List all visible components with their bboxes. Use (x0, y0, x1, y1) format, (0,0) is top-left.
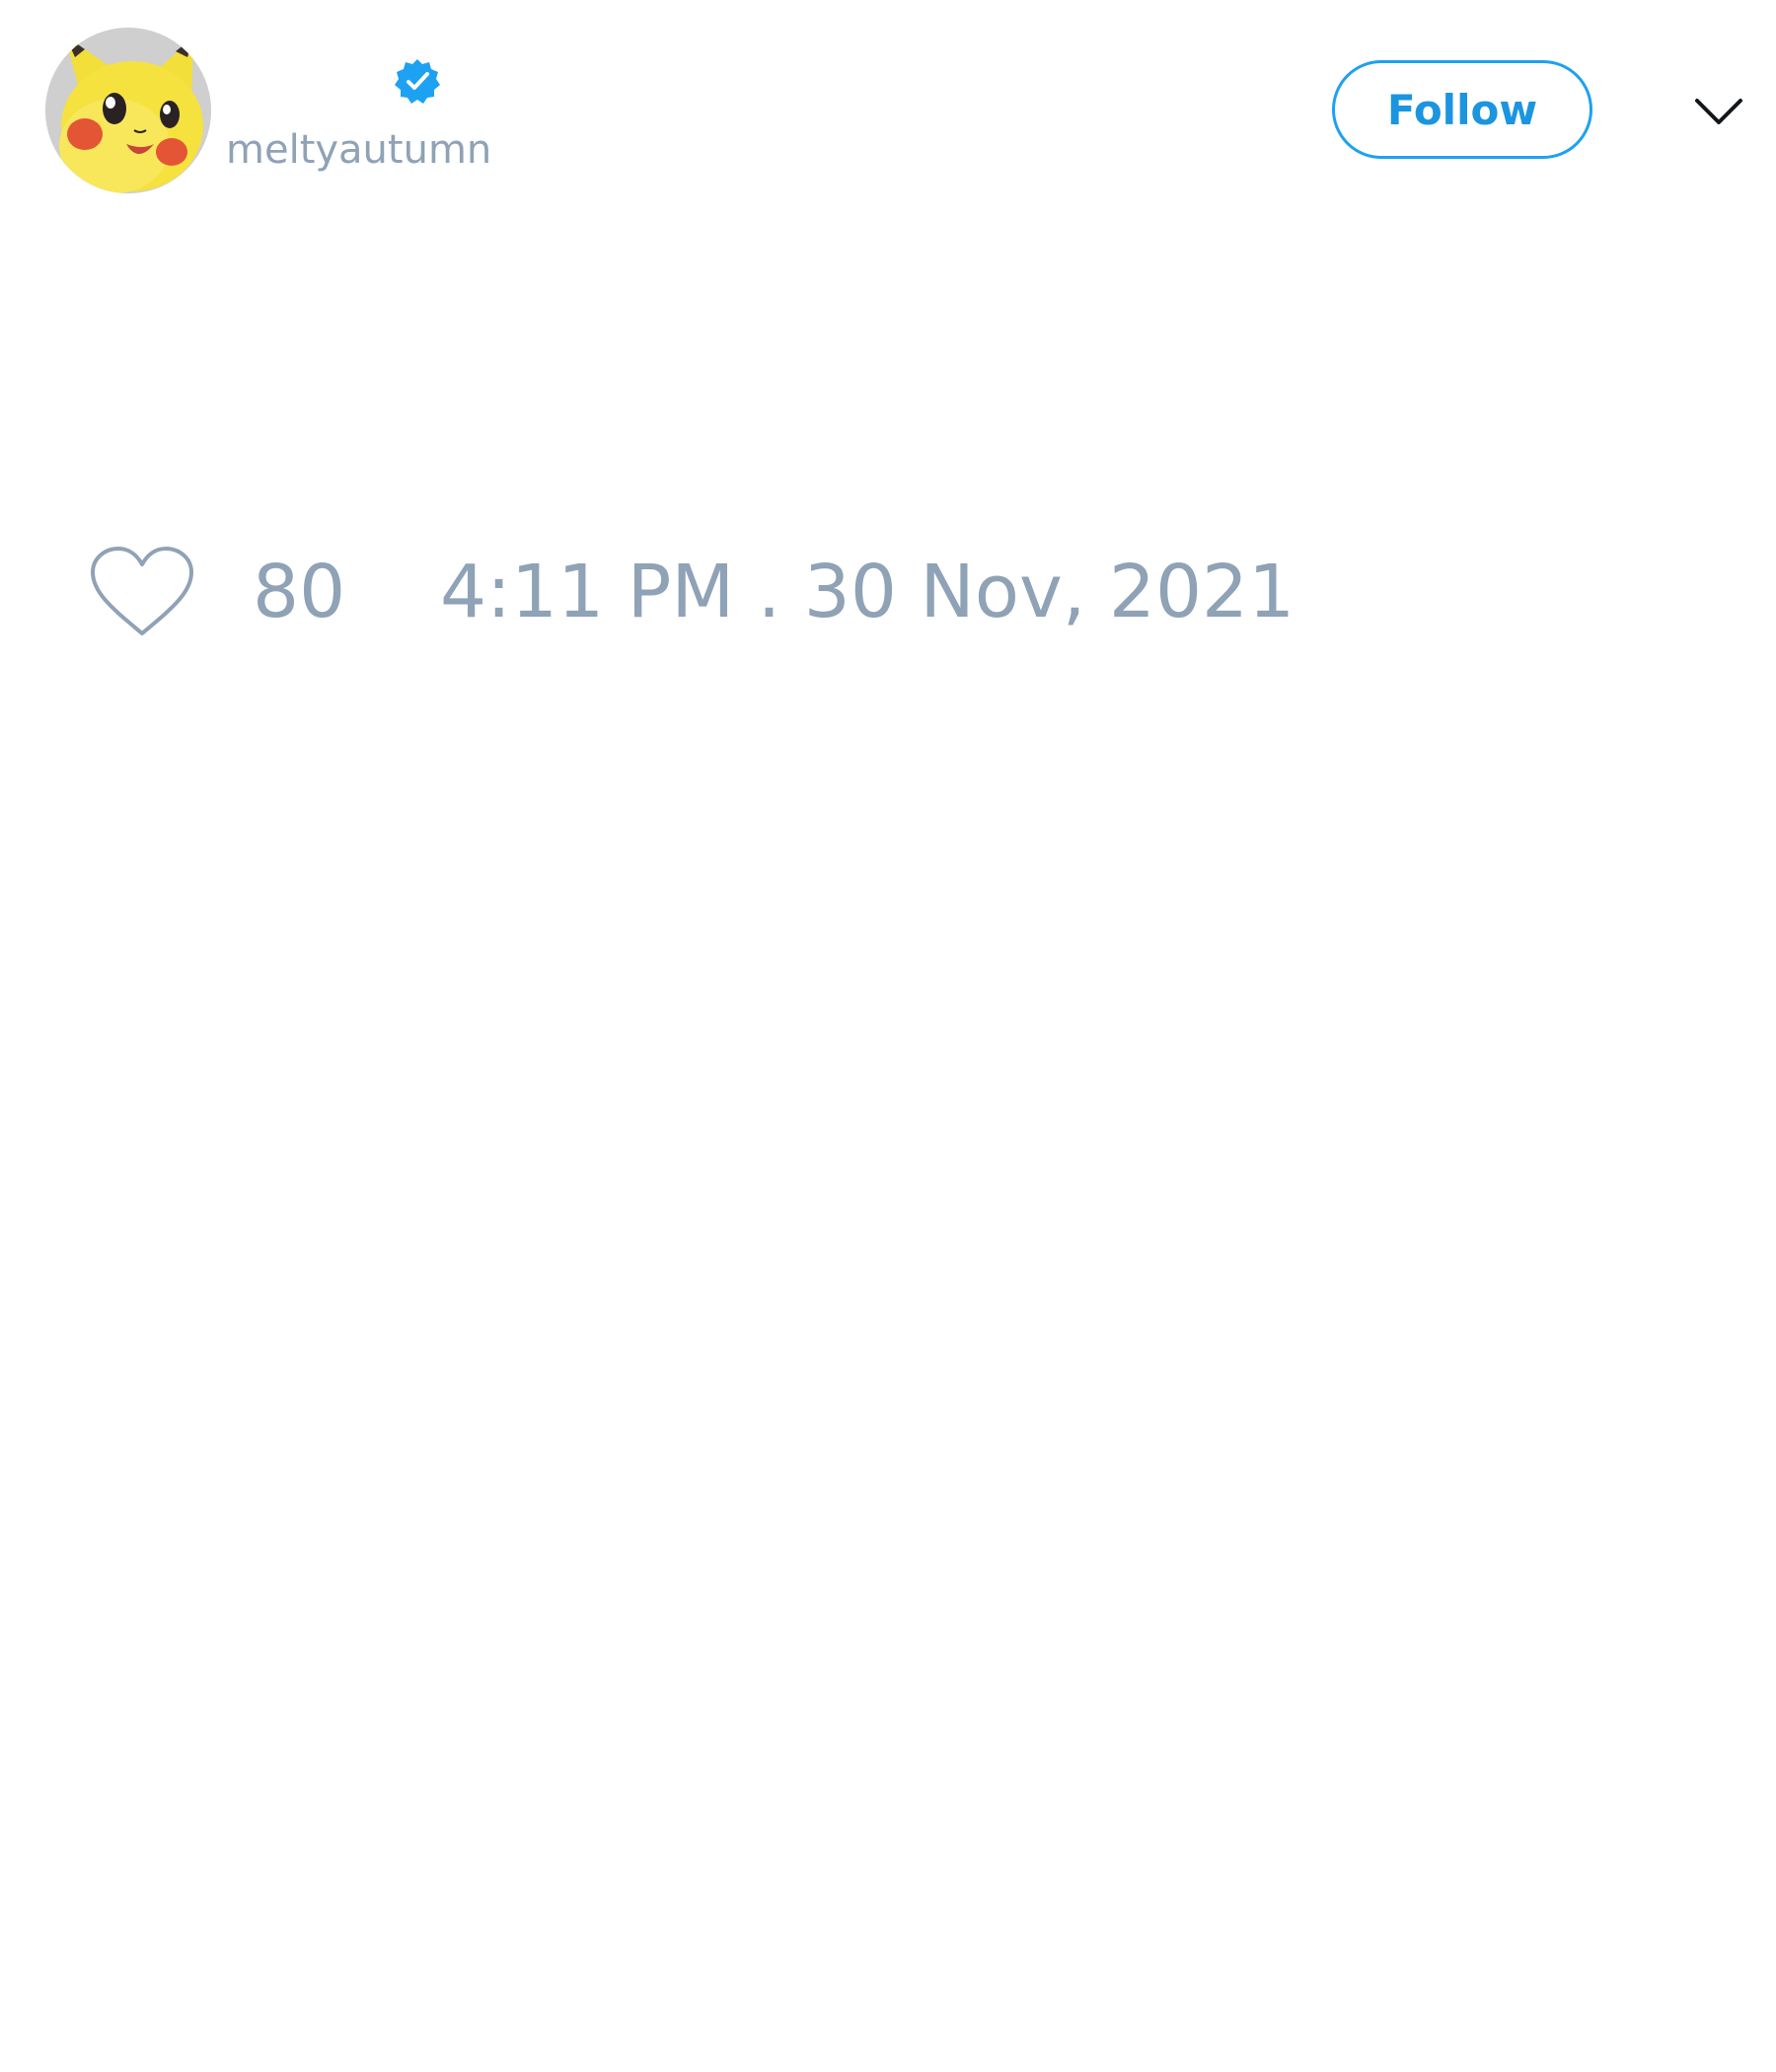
tweet-header: meltyautumn Follow (0, 0, 1776, 227)
like-count: 80 (253, 550, 346, 634)
tweet-timestamp[interactable]: 4:11 PM . 30 Nov, 2021 (440, 553, 1295, 631)
tweet-footer: 80 4:11 PM . 30 Nov, 2021 (0, 533, 1776, 651)
chevron-down-icon[interactable] (1691, 87, 1746, 134)
verified-badge-icon (394, 57, 441, 105)
heart-outline-icon[interactable] (87, 543, 197, 641)
author-handle[interactable]: meltyautumn (226, 126, 491, 174)
pikachu-avatar-icon (45, 28, 211, 193)
follow-button[interactable]: Follow (1332, 60, 1592, 159)
avatar[interactable] (45, 28, 211, 193)
